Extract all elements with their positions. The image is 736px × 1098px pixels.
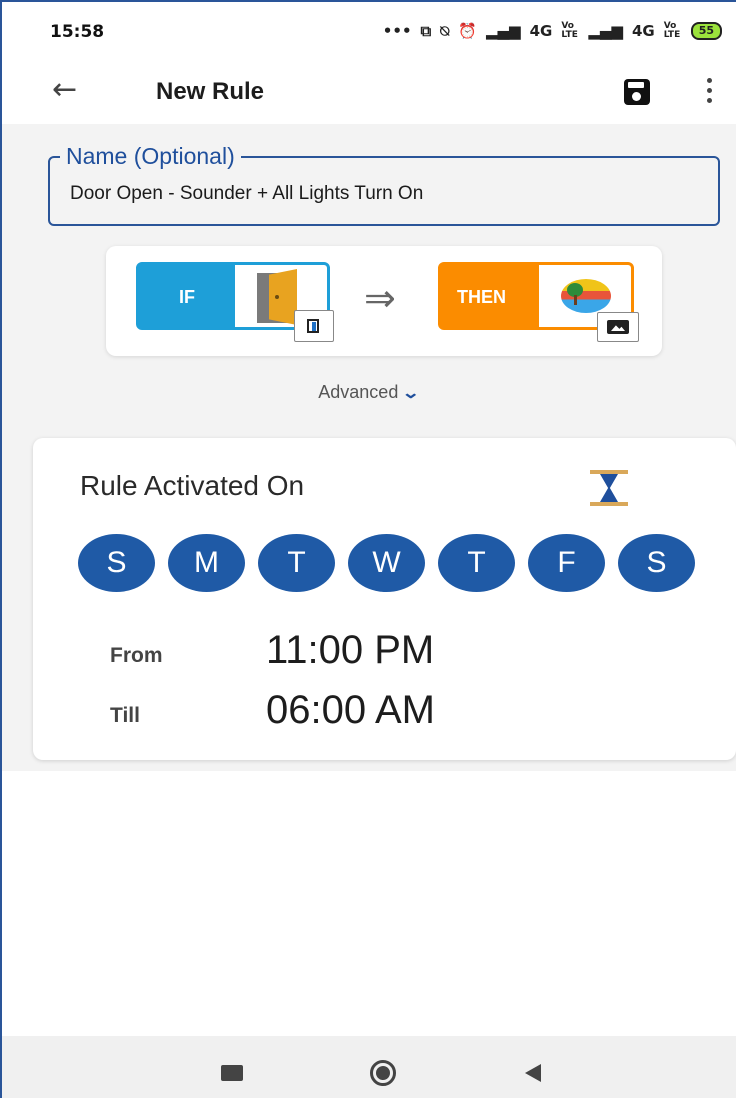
hourglass-top	[590, 470, 628, 474]
day-saturday[interactable]: S	[618, 534, 695, 592]
home-icon[interactable]	[370, 1060, 396, 1086]
page-title: New Rule	[156, 78, 265, 105]
more-dots-icon: •••	[382, 22, 412, 40]
door-sensor-icon	[307, 319, 319, 333]
recents-icon[interactable]	[221, 1065, 243, 1081]
day-thursday[interactable]: T	[438, 534, 515, 592]
screenshot-icon: ⧉	[420, 22, 432, 40]
from-label: From	[110, 644, 163, 667]
hourglass-glass	[600, 474, 618, 502]
implies-arrow-icon: ⇒	[364, 276, 396, 320]
more-dot	[707, 78, 712, 83]
network-type-2: 4G	[631, 22, 655, 40]
image-icon	[607, 320, 629, 334]
volte-badge-2: Vo LTE	[663, 21, 681, 40]
day-wednesday[interactable]: W	[348, 534, 425, 592]
system-nav-bar	[2, 1036, 736, 1098]
nav-back-icon[interactable]	[525, 1064, 541, 1082]
scene-image	[561, 279, 611, 313]
app-bar: ← New Rule	[2, 62, 736, 124]
signal-icon: ▂▄▆	[485, 22, 521, 40]
back-arrow-icon[interactable]: ←	[52, 72, 77, 107]
status-icons: ••• ⧉ ⍉ ⏰ ▂▄▆ 4G Vo LTE ▂▄▆ 4G Vo LTE 55	[383, 22, 722, 40]
name-field-value[interactable]: Door Open - Sounder + All Lights Turn On	[70, 183, 423, 205]
day-selector: S M T W T F S	[78, 534, 695, 592]
status-time: 15:58	[50, 22, 105, 42]
battery-icon: 55	[690, 22, 722, 40]
advanced-label: Advanced	[318, 382, 399, 402]
chevron-down-icon: ⌄	[401, 385, 421, 402]
name-field-label: Name (Optional)	[60, 143, 241, 170]
more-options-icon[interactable]	[702, 76, 716, 106]
hourglass-bottom	[590, 502, 628, 506]
volte-badge-1: Vo LTE	[561, 21, 578, 40]
from-time[interactable]: 11:00 PM	[266, 628, 434, 673]
save-icon-dot	[632, 92, 641, 101]
day-monday[interactable]: M	[168, 534, 245, 592]
day-friday[interactable]: F	[528, 534, 605, 592]
if-label: IF	[179, 287, 195, 307]
save-icon[interactable]	[624, 79, 650, 105]
more-dot	[707, 88, 712, 93]
tree-trunk	[574, 295, 577, 305]
till-time[interactable]: 06:00 AM	[266, 688, 435, 733]
schedule-title: Rule Activated On	[80, 470, 305, 501]
network-type-1: 4G	[529, 22, 553, 40]
scene-badge	[597, 312, 639, 342]
hourglass-icon[interactable]	[590, 470, 628, 506]
alarm-icon: ⏰	[458, 22, 477, 40]
till-label: Till	[110, 704, 140, 727]
save-icon-slot	[628, 82, 644, 88]
door-knob	[275, 295, 279, 299]
day-tuesday[interactable]: T	[258, 534, 335, 592]
day-sunday[interactable]: S	[78, 534, 155, 592]
status-bar: 15:58 ••• ⧉ ⍉ ⏰ ▂▄▆ 4G Vo LTE ▂▄▆ 4G Vo …	[2, 2, 736, 62]
mute-icon: ⍉	[440, 22, 450, 40]
more-dot	[707, 98, 712, 103]
advanced-toggle[interactable]: Advanced ⌄	[0, 382, 736, 403]
door-sensor-badge	[294, 310, 334, 342]
signal-icon: ▂▄▆	[588, 22, 623, 40]
door-leaf	[269, 269, 297, 325]
then-label: THEN	[457, 287, 506, 307]
